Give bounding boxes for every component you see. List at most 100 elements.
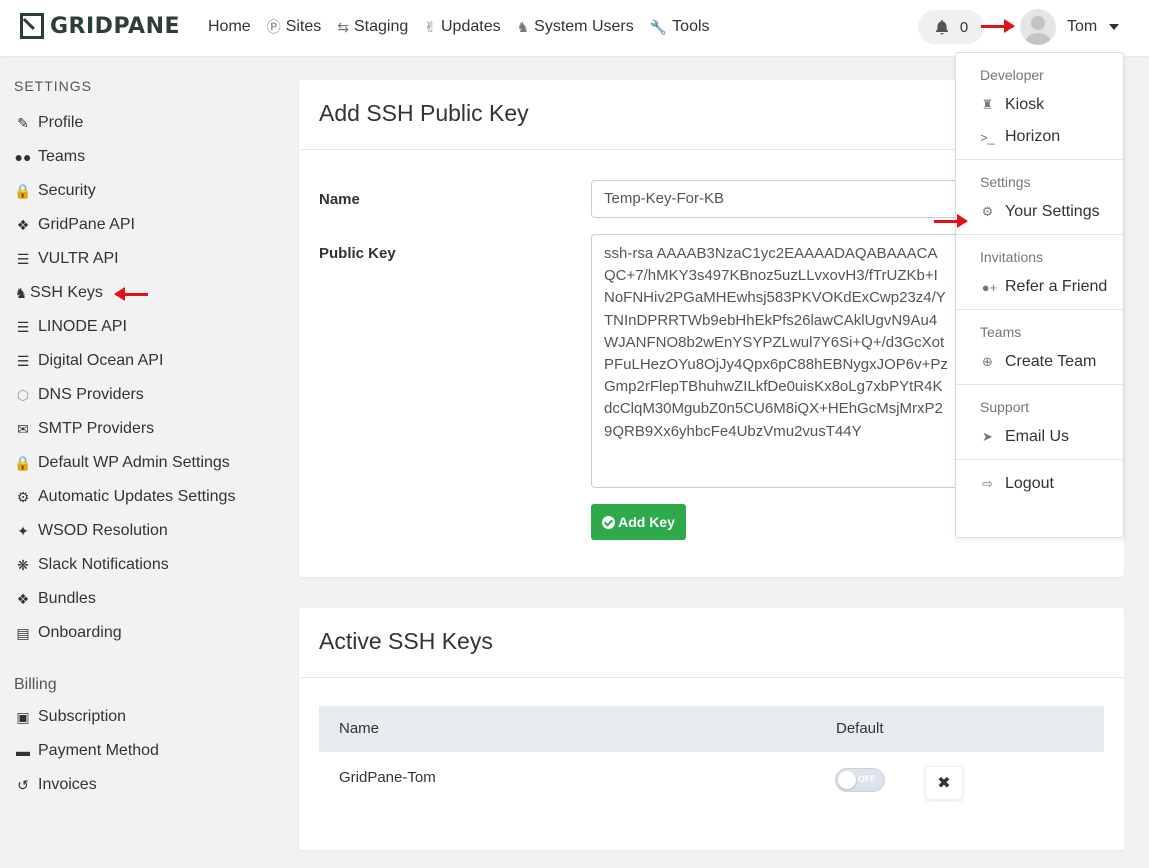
main-nav: Home Ⓟ Sites ⇆ Staging ✌ Updates ♞ System Us… xyxy=(208,17,710,37)
table-header: Name Default xyxy=(319,706,1104,752)
sidebar-item-label: Payment Method xyxy=(38,742,159,759)
nav-system-users-label: System Users xyxy=(534,18,634,35)
menu-section-logout: ⇨ Logout xyxy=(956,460,1123,506)
nav-system-users[interactable]: ♞ System Users xyxy=(517,17,634,37)
nav-updates[interactable]: ✌ Updates xyxy=(424,17,500,37)
public-key-textarea[interactable]: ssh-rsa AAAAB3NzaC1yc2EAAAADAQABAAACAQC+… xyxy=(591,234,961,488)
gridpane-logo[interactable]: GRIDPANE xyxy=(20,13,180,39)
sidebar-item-wsod-resolution[interactable]: ✦ WSOD Resolution xyxy=(14,514,274,548)
edit-icon: ✎ xyxy=(17,114,29,131)
sign-out-icon: ⇨ xyxy=(982,476,993,491)
sidebar-item-label: Automatic Updates Settings xyxy=(38,488,236,505)
delete-key-button[interactable]: ✖ xyxy=(925,766,963,800)
add-key-button[interactable]: Add Key xyxy=(591,504,686,540)
user-menu-toggle[interactable]: Tom xyxy=(1067,18,1120,36)
sidebar-item-linode-api[interactable]: ☰ LINODE API xyxy=(14,310,274,344)
settings-sidebar: SETTINGS ✎ Profile ●● Teams 🔒 Security ❖ Gri… xyxy=(14,78,274,802)
user-dropdown-menu: Developer ♜ Kiosk >_ Horizon Settings ⚙ You… xyxy=(955,52,1124,538)
sidebar-item-label: Slack Notifications xyxy=(38,556,169,573)
column-header-name: Name xyxy=(339,720,380,737)
check-circle-icon xyxy=(602,515,616,529)
nav-home-label: Home xyxy=(208,18,251,35)
sidebar-item-label: Invoices xyxy=(38,776,97,793)
sidebar-item-profile[interactable]: ✎ Profile xyxy=(14,106,274,140)
menu-section-settings: Settings ⚙ Your Settings xyxy=(956,160,1123,235)
annotation-arrow-your-settings xyxy=(934,214,968,228)
sidebar-item-security[interactable]: 🔒 Security xyxy=(14,174,274,208)
default-toggle[interactable]: OFF xyxy=(835,768,885,792)
notifications-button[interactable]: 0 xyxy=(918,10,984,44)
sidebar-item-label: Bundles xyxy=(38,590,96,607)
menu-item-label: Horizon xyxy=(1005,128,1061,145)
menu-item-kiosk[interactable]: ♜ Kiosk xyxy=(956,89,1123,121)
paper-plane-icon: ➤ xyxy=(982,429,993,444)
sidebar-item-bundles[interactable]: ❖ Bundles xyxy=(14,582,274,616)
menu-item-label: Refer a Friend xyxy=(1005,278,1108,295)
wrench-icon: 🔧 xyxy=(649,18,668,35)
menu-item-refer-a-friend[interactable]: ●+ Refer a Friend xyxy=(956,271,1123,303)
column-header-default: Default xyxy=(836,720,884,737)
sidebar-item-label: SMTP Providers xyxy=(38,420,155,437)
menu-item-email-us[interactable]: ➤ Email Us xyxy=(956,421,1123,453)
name-input[interactable]: Temp-Key-For-KB xyxy=(591,180,961,218)
gridpane-logo-mark xyxy=(20,13,44,39)
toggle-knob xyxy=(838,771,856,789)
sidebar-item-label: DNS Providers xyxy=(38,386,144,403)
nav-home[interactable]: Home xyxy=(208,17,251,37)
sidebar-item-dns-providers[interactable]: ⬡ DNS Providers xyxy=(14,378,274,412)
annotation-arrow-ssh-keys xyxy=(114,287,148,301)
users-icon: ●● xyxy=(14,149,32,165)
menu-item-label: Kiosk xyxy=(1005,96,1045,113)
sidebar-item-gridpane-api[interactable]: ❖ GridPane API xyxy=(14,208,274,242)
key-name: GridPane-Tom xyxy=(339,769,436,786)
name-label: Name xyxy=(319,191,360,208)
sidebar-item-label: VULTR API xyxy=(38,250,119,267)
server-icon: ☰ xyxy=(16,352,30,369)
sidebar-item-label: WSOD Resolution xyxy=(38,522,168,539)
user-name: Tom xyxy=(1067,18,1098,35)
menu-item-label: Email Us xyxy=(1005,428,1070,445)
lock-icon: 🔒 xyxy=(14,182,32,199)
user-secret-icon: ♞ xyxy=(516,18,530,35)
menu-heading: Invitations xyxy=(980,249,1044,265)
nav-tools[interactable]: 🔧 Tools xyxy=(650,17,710,37)
nav-staging[interactable]: ⇆ Staging xyxy=(337,17,408,37)
menu-item-your-settings[interactable]: ⚙ Your Settings xyxy=(956,196,1123,228)
magic-wand-icon: ✦ xyxy=(17,522,29,539)
menu-item-create-team[interactable]: ⊕ Create Team xyxy=(956,346,1123,378)
sidebar-item-label: Security xyxy=(38,182,96,199)
menu-item-logout[interactable]: ⇨ Logout xyxy=(956,468,1123,500)
sidebar-item-default-wp-admin-settings[interactable]: 🔒 Default WP Admin Settings xyxy=(14,446,274,480)
toggle-state-label: OFF xyxy=(858,774,876,784)
avatar[interactable] xyxy=(1020,9,1056,45)
sidebar-item-subscription[interactable]: ▣ Subscription xyxy=(14,700,274,734)
notifications-count: 0 xyxy=(959,18,969,36)
sidebar-item-teams[interactable]: ●● Teams xyxy=(14,140,274,174)
menu-item-label: Create Team xyxy=(1005,353,1097,370)
sidebar-item-digital-ocean-api[interactable]: ☰ Digital Ocean API xyxy=(14,344,274,378)
slack-icon: ❋ xyxy=(17,556,29,573)
menu-item-label: Logout xyxy=(1005,475,1054,492)
sidebar-item-payment-method[interactable]: ▬ Payment Method xyxy=(14,734,274,768)
sidebar-item-smtp-providers[interactable]: ✉ SMTP Providers xyxy=(14,412,274,446)
sidebar-item-onboarding[interactable]: ▤ Onboarding xyxy=(14,616,274,650)
sidebar-item-label: Subscription xyxy=(38,708,127,725)
menu-section-teams: Teams ⊕ Create Team xyxy=(956,310,1123,385)
sidebar-item-slack-notifications[interactable]: ❋ Slack Notifications xyxy=(14,548,274,582)
nav-tools-label: Tools xyxy=(672,18,710,35)
menu-item-horizon[interactable]: >_ Horizon xyxy=(956,121,1123,153)
book-icon: ▤ xyxy=(16,624,30,641)
nav-sites[interactable]: Ⓟ Sites xyxy=(267,17,322,37)
sidebar-item-automatic-updates-settings[interactable]: ⚙ Automatic Updates Settings xyxy=(14,480,274,514)
nav-staging-label: Staging xyxy=(354,18,409,35)
sidebar-item-vultr-api[interactable]: ☰ VULTR API xyxy=(14,242,274,276)
wordpress-icon: Ⓟ xyxy=(266,19,281,35)
sidebar-item-label: LINODE API xyxy=(38,318,127,335)
sidebar-item-invoices[interactable]: ↺ Invoices xyxy=(14,768,274,802)
cubes-icon: ❖ xyxy=(16,216,30,233)
sidebar-item-label: Teams xyxy=(38,148,86,165)
menu-item-label: Your Settings xyxy=(1005,203,1100,220)
nav-updates-label: Updates xyxy=(441,18,501,35)
top-navbar: GRIDPANE Home Ⓟ Sites ⇆ Staging ✌ Updates ♞… xyxy=(0,0,1149,56)
sidebar-item-label: GridPane API xyxy=(38,216,135,233)
